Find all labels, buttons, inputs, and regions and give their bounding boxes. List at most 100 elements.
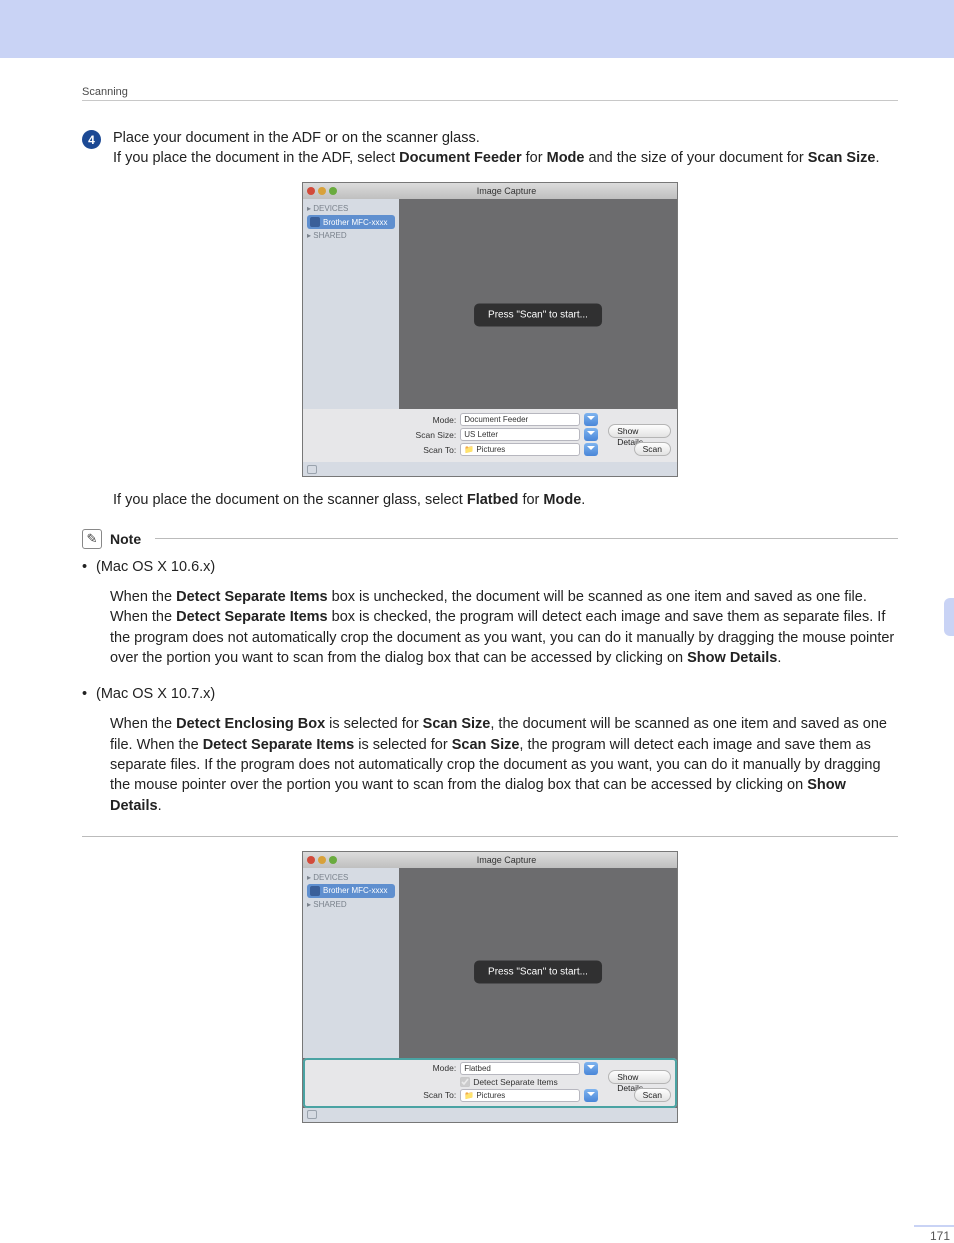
t: Detect Enclosing Box [176,716,325,732]
t: and the size of your document for [584,150,807,166]
controls-bar: Mode: Document Feeder Scan Size: US Lett… [303,409,677,462]
sidebar-shared-label: ▸ SHARED [307,231,395,240]
t: Mode [547,150,585,166]
note-pencil-icon: ✎ [82,529,102,549]
note-item-2: • (Mac OS X 10.7.x) When the Detect Encl… [82,684,898,830]
traffic-light-min-icon [318,187,326,195]
t: Pictures [476,1091,505,1100]
t: . [777,650,781,666]
bullet-icon: • [82,684,90,830]
preview-area: Press "Scan" to start... [399,199,677,409]
buttons-column: Show Details Scan [608,424,671,456]
note2-paragraph: When the Detect Enclosing Box is selecte… [110,714,898,815]
traffic-light-min-icon [318,856,326,864]
t: Pictures [476,445,505,454]
t: is selected for [354,737,452,753]
traffic-light-close-icon [307,856,315,864]
device-name: Brother MFC-xxxx [323,218,387,227]
scan-button: Scan [634,1088,671,1102]
note-item-body: (Mac OS X 10.7.x) When the Detect Enclos… [96,684,898,830]
section-rule [82,100,898,101]
t: Scan Size [423,716,491,732]
checkbox-icon [460,1077,470,1087]
note-label: Note [110,531,141,547]
traffic-light-zoom-icon [329,856,337,864]
scan-to-label: Scan To: [406,1090,456,1100]
press-scan-overlay: Press "Scan" to start... [474,303,602,326]
note-rule [155,538,898,539]
t: Flatbed [467,492,519,508]
t: Detect Separate Items [176,589,328,605]
device-name: Brother MFC-xxxx [323,886,387,895]
screenshot-body: ▸ DEVICES Brother MFC-xxxx ▸ SHARED Pres… [303,868,677,1058]
chapter-side-tab: 9 [944,598,954,636]
scan-to-label: Scan To: [406,445,456,455]
scan-size-label: Scan Size: [406,430,456,440]
t: If you place the document on the scanner… [113,492,467,508]
screenshot-body: ▸ DEVICES Brother MFC-xxxx ▸ SHARED Pres… [303,199,677,409]
t: When the [110,589,176,605]
t: Detect Separate Items [176,609,328,625]
page-content: Scanning 4 Place your document in the AD… [0,58,954,1237]
note-items: • (Mac OS X 10.6.x) When the Detect Sepa… [82,549,898,830]
controls-form: Mode: Document Feeder Scan Size: US Lett… [406,413,600,456]
t: If you place the document in the ADF, se… [113,150,399,166]
show-details-button: Show Details [608,424,671,438]
screenshot-1-wrap: Image Capture ▸ DEVICES Brother MFC-xxxx… [82,182,898,477]
press-scan-overlay: Press "Scan" to start... [474,961,602,984]
screenshot-image-capture-adf: Image Capture ▸ DEVICES Brother MFC-xxxx… [302,182,678,477]
scan-to-select: 📁 Pictures [460,443,580,456]
detect-separate-items-checkbox: Detect Separate Items [460,1077,600,1087]
buttons-column: Show Details Scan [608,1070,671,1102]
step-number-badge: 4 [82,130,101,149]
t: DEVICES [313,873,348,882]
preview-area: Press "Scan" to start... [399,868,677,1058]
note1-os: (Mac OS X 10.6.x) [96,559,215,575]
footer-icon [307,1110,317,1119]
t: Show Details [687,650,777,666]
t: . [581,492,585,508]
footer-icon [307,465,317,474]
sidebar-shared-label: ▸ SHARED [307,900,395,909]
t: for [518,492,543,508]
sidebar-device-item: Brother MFC-xxxx [307,215,395,229]
dropdown-arrow-icon [584,1062,598,1075]
traffic-light-zoom-icon [329,187,337,195]
t: for [522,150,547,166]
controls-bar-highlighted: Mode: Flatbed Detect Separate Items Scan… [303,1058,677,1108]
note-header: ✎ Note [82,529,898,549]
note-block: ✎ Note • (Mac OS X 10.6.x) When the Dete… [82,529,898,837]
note1-paragraph: When the Detect Separate Items box is un… [110,587,898,668]
mode-label: Mode: [406,415,456,425]
t: Document Feeder [399,150,521,166]
screenshot-image-capture-flatbed: Image Capture ▸ DEVICES Brother MFC-xxxx… [302,851,678,1123]
page-number: 171 [894,1229,954,1243]
t: SHARED [313,231,346,240]
screenshot-2-wrap: Image Capture ▸ DEVICES Brother MFC-xxxx… [82,851,898,1123]
step-line1: Place your document in the ADF or on the… [113,130,480,146]
after-screenshot-text: If you place the document on the scanner… [82,491,898,511]
note-item-body: (Mac OS X 10.6.x) When the Detect Separa… [96,557,898,682]
show-details-button: Show Details [608,1070,671,1084]
printer-icon [310,217,320,227]
dropdown-arrow-icon [584,1089,598,1102]
section-header: Scanning [82,86,898,98]
t: is selected for [325,716,423,732]
window-title: Image Capture [340,855,673,865]
sidebar-device-item: Brother MFC-xxxx [307,884,395,898]
t: Mode [543,492,581,508]
dropdown-arrow-icon [584,443,598,456]
window-title: Image Capture [340,186,673,196]
page-number-rule [914,1225,954,1227]
dropdown-arrow-icon [584,413,598,426]
traffic-light-close-icon [307,187,315,195]
t: Scan Size [452,737,520,753]
t: DEVICES [313,204,348,213]
controls-form: Mode: Flatbed Detect Separate Items Scan… [406,1062,600,1102]
t: Detect Separate Items [203,737,355,753]
window-titlebar: Image Capture [303,852,677,868]
printer-icon [310,886,320,896]
sidebar-devices-label: ▸ DEVICES [307,204,395,213]
bullet-icon: • [82,557,90,682]
note2-os: (Mac OS X 10.7.x) [96,686,215,702]
